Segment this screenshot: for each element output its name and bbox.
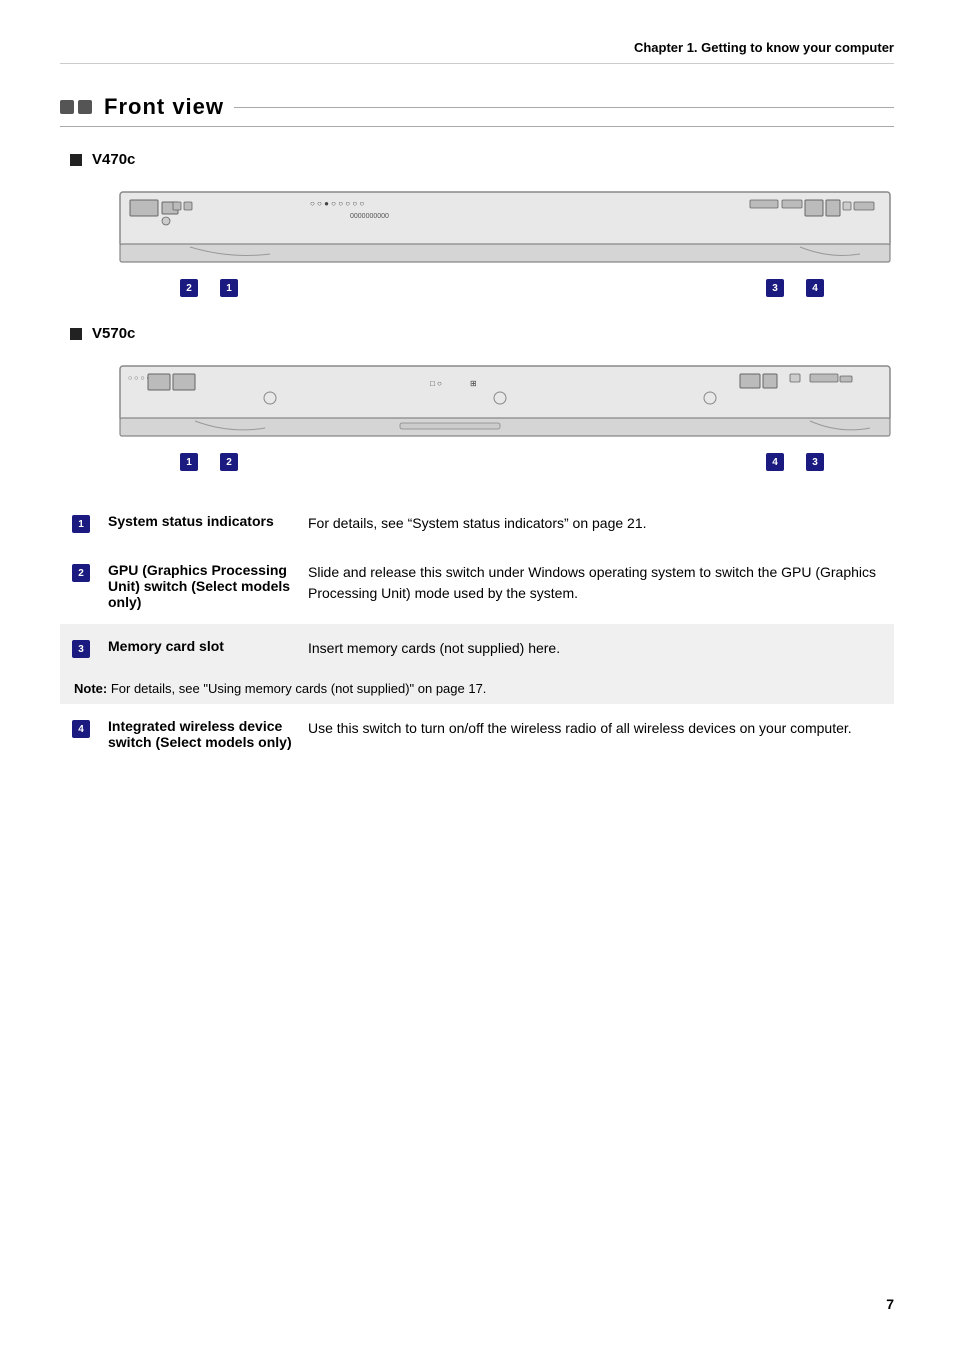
v570c-label-1: 1 <box>180 453 198 471</box>
model-bullet-2 <box>70 328 82 340</box>
desc-def-4: Use this switch to turn on/off the wirel… <box>308 704 894 753</box>
v570c-right-labels: 4 3 <box>766 453 824 471</box>
chapter-header-text: Chapter 1. Getting to know your computer <box>634 40 894 55</box>
desc-term-3: Memory card slot <box>108 624 308 668</box>
v470c-right-labels: 3 4 <box>766 279 824 297</box>
note-text-3: For details, see "Using memory cards (no… <box>111 681 487 696</box>
v570c-label-2: 2 <box>220 453 238 471</box>
model-label-v570c: V570c <box>92 325 135 342</box>
desc-num-4: 4 <box>60 704 108 752</box>
desc-badge-1: 1 <box>72 515 90 533</box>
desc-term-1: System status indicators <box>108 499 308 543</box>
desc-def-3: Insert memory cards (not supplied) here. <box>308 624 894 673</box>
desc-badge-2: 2 <box>72 564 90 582</box>
svg-text:○ ○ ○ ○: ○ ○ ○ ○ <box>128 375 151 382</box>
desc-row-2: 2 GPU (Graphics Processing Unit) switch … <box>60 548 894 624</box>
v570c-labels-row: 1 2 4 3 <box>110 453 894 471</box>
section-title-line <box>234 107 894 108</box>
model-v570c-row: V570c <box>70 325 894 342</box>
v570c-badge-1: 1 <box>180 453 198 471</box>
v470c-label-2: 2 <box>180 279 198 297</box>
model-label-v470c: V470c <box>92 151 135 168</box>
page-container: Chapter 1. Getting to know your computer… <box>0 0 954 1352</box>
v570c-label-4: 4 <box>766 453 784 471</box>
v470c-diagram: ○ ○ ● ○ ○ ○ ○ ○ 0000000000 <box>110 184 900 272</box>
v470c-left-labels: 2 1 <box>180 279 238 297</box>
section-title: Front view <box>104 94 224 120</box>
v470c-badge-4: 4 <box>806 279 824 297</box>
v470c-badge-3: 3 <box>766 279 784 297</box>
v470c-label-3: 3 <box>766 279 784 297</box>
v470c-badge-1: 1 <box>220 279 238 297</box>
v570c-left-labels: 1 2 <box>180 453 238 471</box>
svg-text:⊞: ⊞ <box>470 379 477 388</box>
desc-row-4: 4 Integrated wireless device switch (Sel… <box>60 704 894 764</box>
section-icon-2 <box>78 100 92 114</box>
desc-term-4: Integrated wireless device switch (Selec… <box>108 704 308 764</box>
section-icons <box>60 100 92 114</box>
section-title-row: Front view <box>60 94 894 127</box>
v470c-labels-row: 2 1 3 4 <box>110 279 894 297</box>
chapter-header: Chapter 1. Getting to know your computer <box>60 40 894 64</box>
desc-num-3: 3 <box>60 624 108 672</box>
v470c-label-4: 4 <box>806 279 824 297</box>
v570c-diagram: ○ ○ ○ ○ □ ○ ⊞ <box>110 358 900 446</box>
model-bullet-1 <box>70 154 82 166</box>
svg-text:○ ○ ● ○ ○ ○ ○ ○: ○ ○ ● ○ ○ ○ ○ ○ <box>310 199 364 208</box>
desc-num-2: 2 <box>60 548 108 596</box>
note-label-3: Note: <box>74 681 111 696</box>
v470c-diagram-container: ○ ○ ● ○ ○ ○ ○ ○ 0000000000 <box>110 184 894 275</box>
desc-def-2: Slide and release this switch under Wind… <box>308 548 894 618</box>
v470c-badge-2: 2 <box>180 279 198 297</box>
section-icon-1 <box>60 100 74 114</box>
desc-term-2: GPU (Graphics Processing Unit) switch (S… <box>108 548 308 624</box>
model-v470c-row: V470c <box>70 151 894 168</box>
desc-num-1: 1 <box>60 499 108 547</box>
v570c-badge-4: 4 <box>766 453 784 471</box>
desc-badge-3: 3 <box>72 640 90 658</box>
desc-row-3: 3 Memory card slot Insert memory cards (… <box>60 624 894 673</box>
desc-def-1: For details, see “System status indicato… <box>308 499 894 548</box>
desc-row-1: 1 System status indicators For details, … <box>60 499 894 548</box>
svg-text:0000000000: 0000000000 <box>350 213 389 220</box>
note-row-3: Note: For details, see "Using memory car… <box>60 673 894 704</box>
v470c-label-1: 1 <box>220 279 238 297</box>
v570c-label-3: 3 <box>806 453 824 471</box>
v570c-badge-2: 2 <box>220 453 238 471</box>
v570c-diagram-container: ○ ○ ○ ○ □ ○ ⊞ <box>110 358 894 449</box>
v570c-badge-3: 3 <box>806 453 824 471</box>
svg-text:□ ○: □ ○ <box>430 379 442 388</box>
page-number: 7 <box>886 1296 894 1312</box>
desc-badge-4: 4 <box>72 720 90 738</box>
